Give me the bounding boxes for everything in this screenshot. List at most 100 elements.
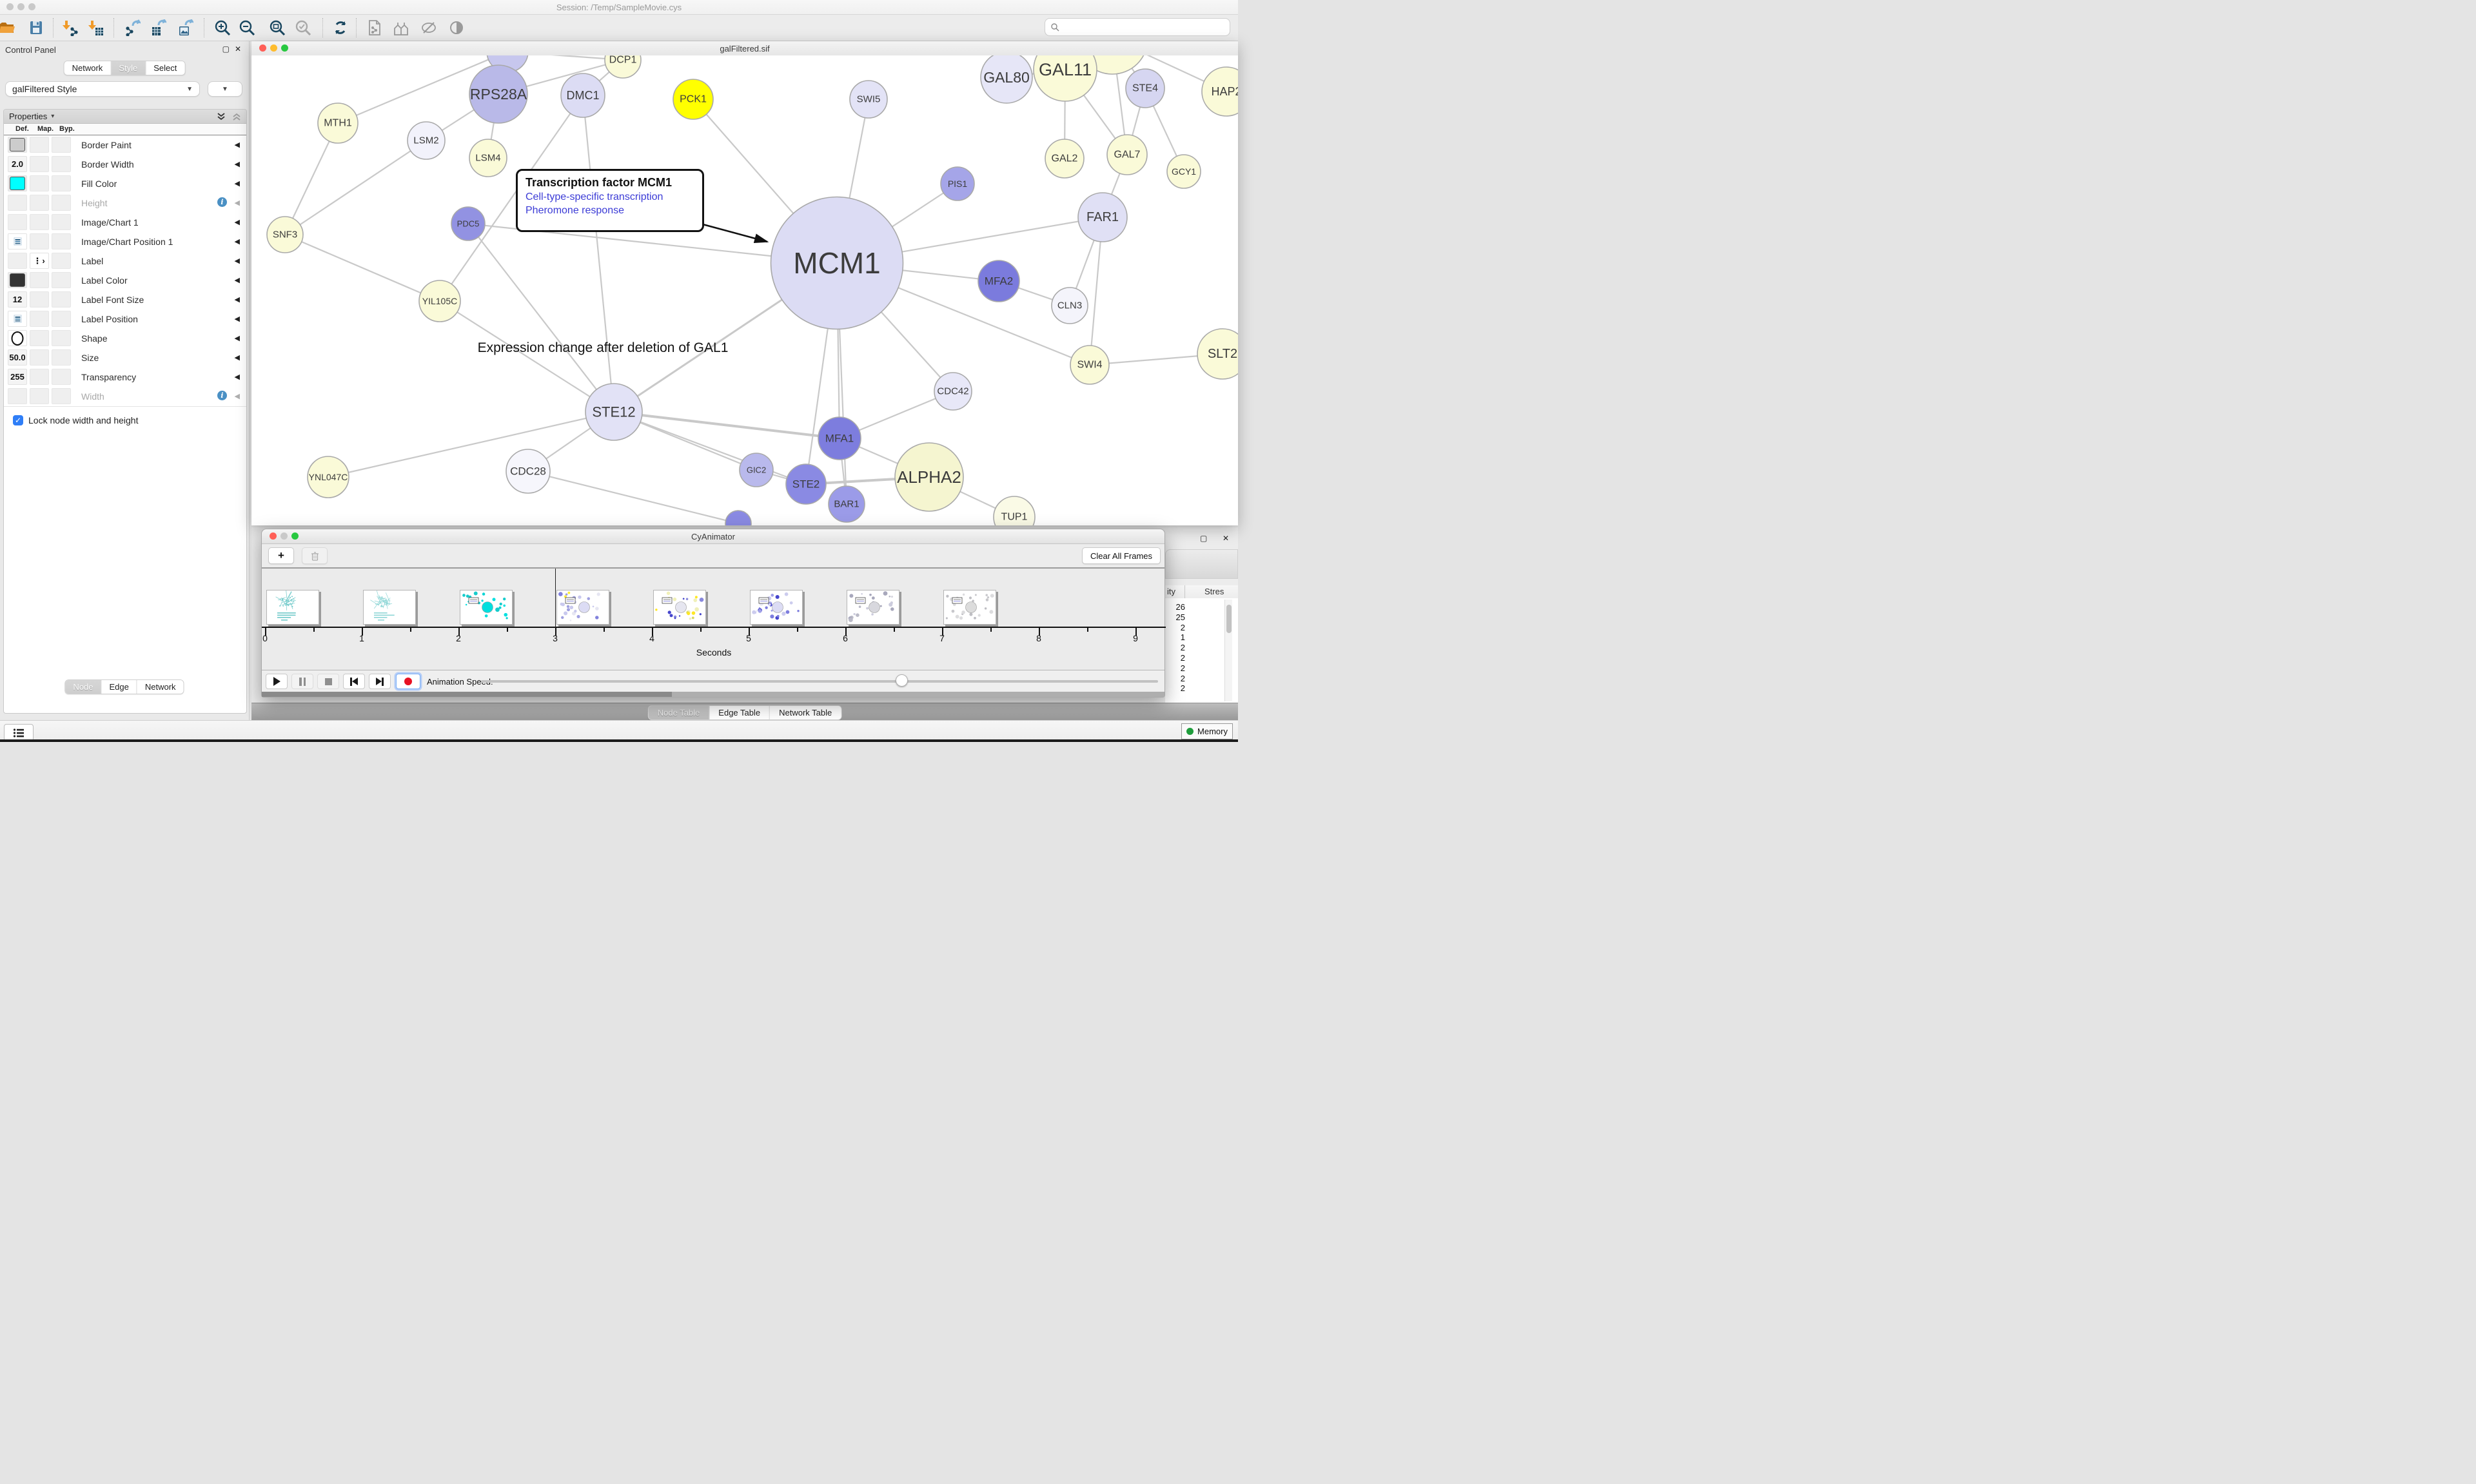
property-cell[interactable]	[8, 253, 27, 269]
style-select[interactable]: galFiltered Style ▼	[5, 81, 200, 97]
property-cell[interactable]	[30, 330, 49, 346]
property-cell[interactable]	[8, 272, 27, 288]
node-STE2[interactable]: STE2	[786, 464, 826, 504]
annotation-link[interactable]: Cell-type-specific transcription	[526, 191, 694, 203]
tab-edge[interactable]: Edge	[102, 680, 137, 694]
timeline-frame-3[interactable]	[460, 590, 513, 625]
network-canvas[interactable]: DCP1RPS28ADMC1PCK1SWI5GAL80GAL11STE4HAP2…	[251, 55, 1238, 525]
node-SWI4[interactable]: SWI4	[1070, 346, 1109, 384]
property-cell[interactable]	[30, 311, 49, 327]
checkbox-checked-icon[interactable]: ✓	[13, 415, 23, 425]
close-panel-icon[interactable]: ✕	[235, 44, 241, 54]
stop-button[interactable]	[317, 674, 339, 689]
property-row-label-font-size[interactable]: 12Label Font Size◀	[4, 290, 246, 310]
export-network-icon[interactable]	[124, 19, 141, 36]
property-row-height[interactable]: Heighti◀	[4, 193, 246, 213]
import-network-icon[interactable]	[61, 19, 78, 36]
node-GIC2[interactable]: GIC2	[740, 453, 773, 487]
property-cell[interactable]	[30, 388, 49, 404]
property-cell[interactable]	[8, 388, 27, 404]
edge-pdc5-ste12[interactable]	[468, 224, 614, 412]
node-HAP2[interactable]: HAP2	[1202, 67, 1238, 116]
property-row-label[interactable]: ⋮›Label◀	[4, 251, 246, 271]
node-PIS1[interactable]: PIS1	[941, 167, 974, 200]
animation-speed-slider[interactable]	[481, 680, 1158, 683]
edge-snf3-yil105c[interactable]	[285, 235, 440, 301]
add-frame-button[interactable]: +	[268, 547, 294, 564]
expand-property-icon[interactable]: ◀	[235, 141, 240, 149]
property-cell[interactable]	[52, 349, 71, 366]
property-cell[interactable]	[52, 214, 71, 230]
node-SWI5[interactable]: SWI5	[850, 81, 887, 118]
property-cell[interactable]	[30, 272, 49, 288]
node-STE12[interactable]: STE12	[585, 384, 642, 440]
expand-property-icon[interactable]: ◀	[235, 373, 240, 381]
expand-property-icon[interactable]: ◀	[235, 392, 240, 400]
annotation-link[interactable]: Pheromone response	[526, 205, 694, 217]
node-SNF3[interactable]: SNF3	[267, 217, 303, 253]
node-MTH1[interactable]: MTH1	[318, 103, 358, 143]
property-row-label-color[interactable]: Label Color◀	[4, 271, 246, 291]
pause-button[interactable]	[291, 674, 313, 689]
node-MFA2[interactable]: MFA2	[978, 260, 1019, 302]
node-DMC1[interactable]: DMC1	[561, 73, 605, 117]
property-cell[interactable]	[30, 137, 49, 153]
animation-speed-knob[interactable]	[896, 674, 908, 687]
edge-cdc28-purplecut[interactable]	[528, 471, 738, 523]
expand-property-icon[interactable]: ◀	[235, 199, 240, 207]
show-graphics-icon[interactable]	[448, 19, 465, 36]
node-SLT2[interactable]: SLT2	[1197, 329, 1238, 379]
property-cell[interactable]	[30, 369, 49, 385]
property-cell[interactable]	[52, 233, 71, 249]
tab-network[interactable]: Network	[64, 61, 112, 75]
expand-property-icon[interactable]: ◀	[235, 160, 240, 168]
property-cell[interactable]	[8, 330, 27, 346]
node-MFA1[interactable]: MFA1	[818, 417, 861, 460]
property-cell[interactable]	[8, 137, 27, 153]
edge-dmc1-ste12[interactable]	[583, 95, 614, 412]
node-RPS28A[interactable]: RPS28A	[469, 65, 527, 123]
annotation-box[interactable]: Transcription factor MCM1 Cell-type-spec…	[516, 169, 704, 232]
property-cell[interactable]	[30, 233, 49, 249]
property-cell[interactable]	[52, 137, 71, 153]
property-row-image-chart-1[interactable]: Image/Chart 1◀	[4, 213, 246, 233]
expand-property-icon[interactable]: ◀	[235, 179, 240, 188]
property-cell[interactable]	[52, 272, 71, 288]
property-cell[interactable]: 2.0	[8, 156, 27, 172]
edge-lsm2-snf3[interactable]	[285, 141, 426, 235]
property-row-transparency[interactable]: 255Transparency◀	[4, 367, 246, 387]
node-GAL2[interactable]: GAL2	[1045, 139, 1084, 178]
property-cell[interactable]	[8, 233, 27, 249]
property-cell[interactable]	[52, 175, 71, 191]
record-button[interactable]	[396, 674, 420, 689]
property-cell[interactable]: ⋮›	[30, 253, 49, 269]
tab-node-table[interactable]: Node Table	[649, 706, 710, 719]
node-PDC5[interactable]: PDC5	[451, 207, 485, 240]
play-button[interactable]	[266, 674, 288, 689]
property-row-border-paint[interactable]: Border Paint◀	[4, 135, 246, 155]
node-GAL80[interactable]: GAL80	[981, 55, 1032, 103]
refresh-icon[interactable]	[332, 19, 349, 36]
properties-header[interactable]: Properties ▾	[4, 110, 246, 124]
import-table-icon[interactable]	[87, 19, 104, 36]
expand-property-icon[interactable]: ◀	[235, 353, 240, 362]
property-cell[interactable]	[52, 330, 71, 346]
delete-frame-button[interactable]	[302, 547, 328, 564]
gallery-icon[interactable]	[393, 19, 409, 36]
property-cell[interactable]	[52, 253, 71, 269]
property-cell[interactable]	[30, 291, 49, 308]
timeline-frame-1[interactable]	[266, 590, 319, 625]
timeline-frame-4[interactable]	[556, 590, 609, 625]
node-LSM2[interactable]: LSM2	[408, 122, 445, 159]
edge-ste12-yil105c[interactable]	[440, 301, 614, 412]
expand-property-icon[interactable]: ◀	[235, 334, 240, 342]
export-table-icon[interactable]	[150, 19, 166, 36]
property-cell[interactable]: 50.0	[8, 349, 27, 366]
cyanimator-titlebar[interactable]: CyAnimator	[262, 529, 1164, 544]
property-row-label-position[interactable]: Label Position◀	[4, 309, 246, 329]
tab-network-table[interactable]: Network Table	[770, 706, 841, 719]
tab-style[interactable]: Style	[111, 61, 146, 75]
timeline[interactable]: 0123456789 Seconds	[262, 569, 1164, 670]
collapse-all-icon[interactable]	[232, 112, 241, 121]
float-table-panel-icon[interactable]: ▢	[1200, 534, 1207, 543]
